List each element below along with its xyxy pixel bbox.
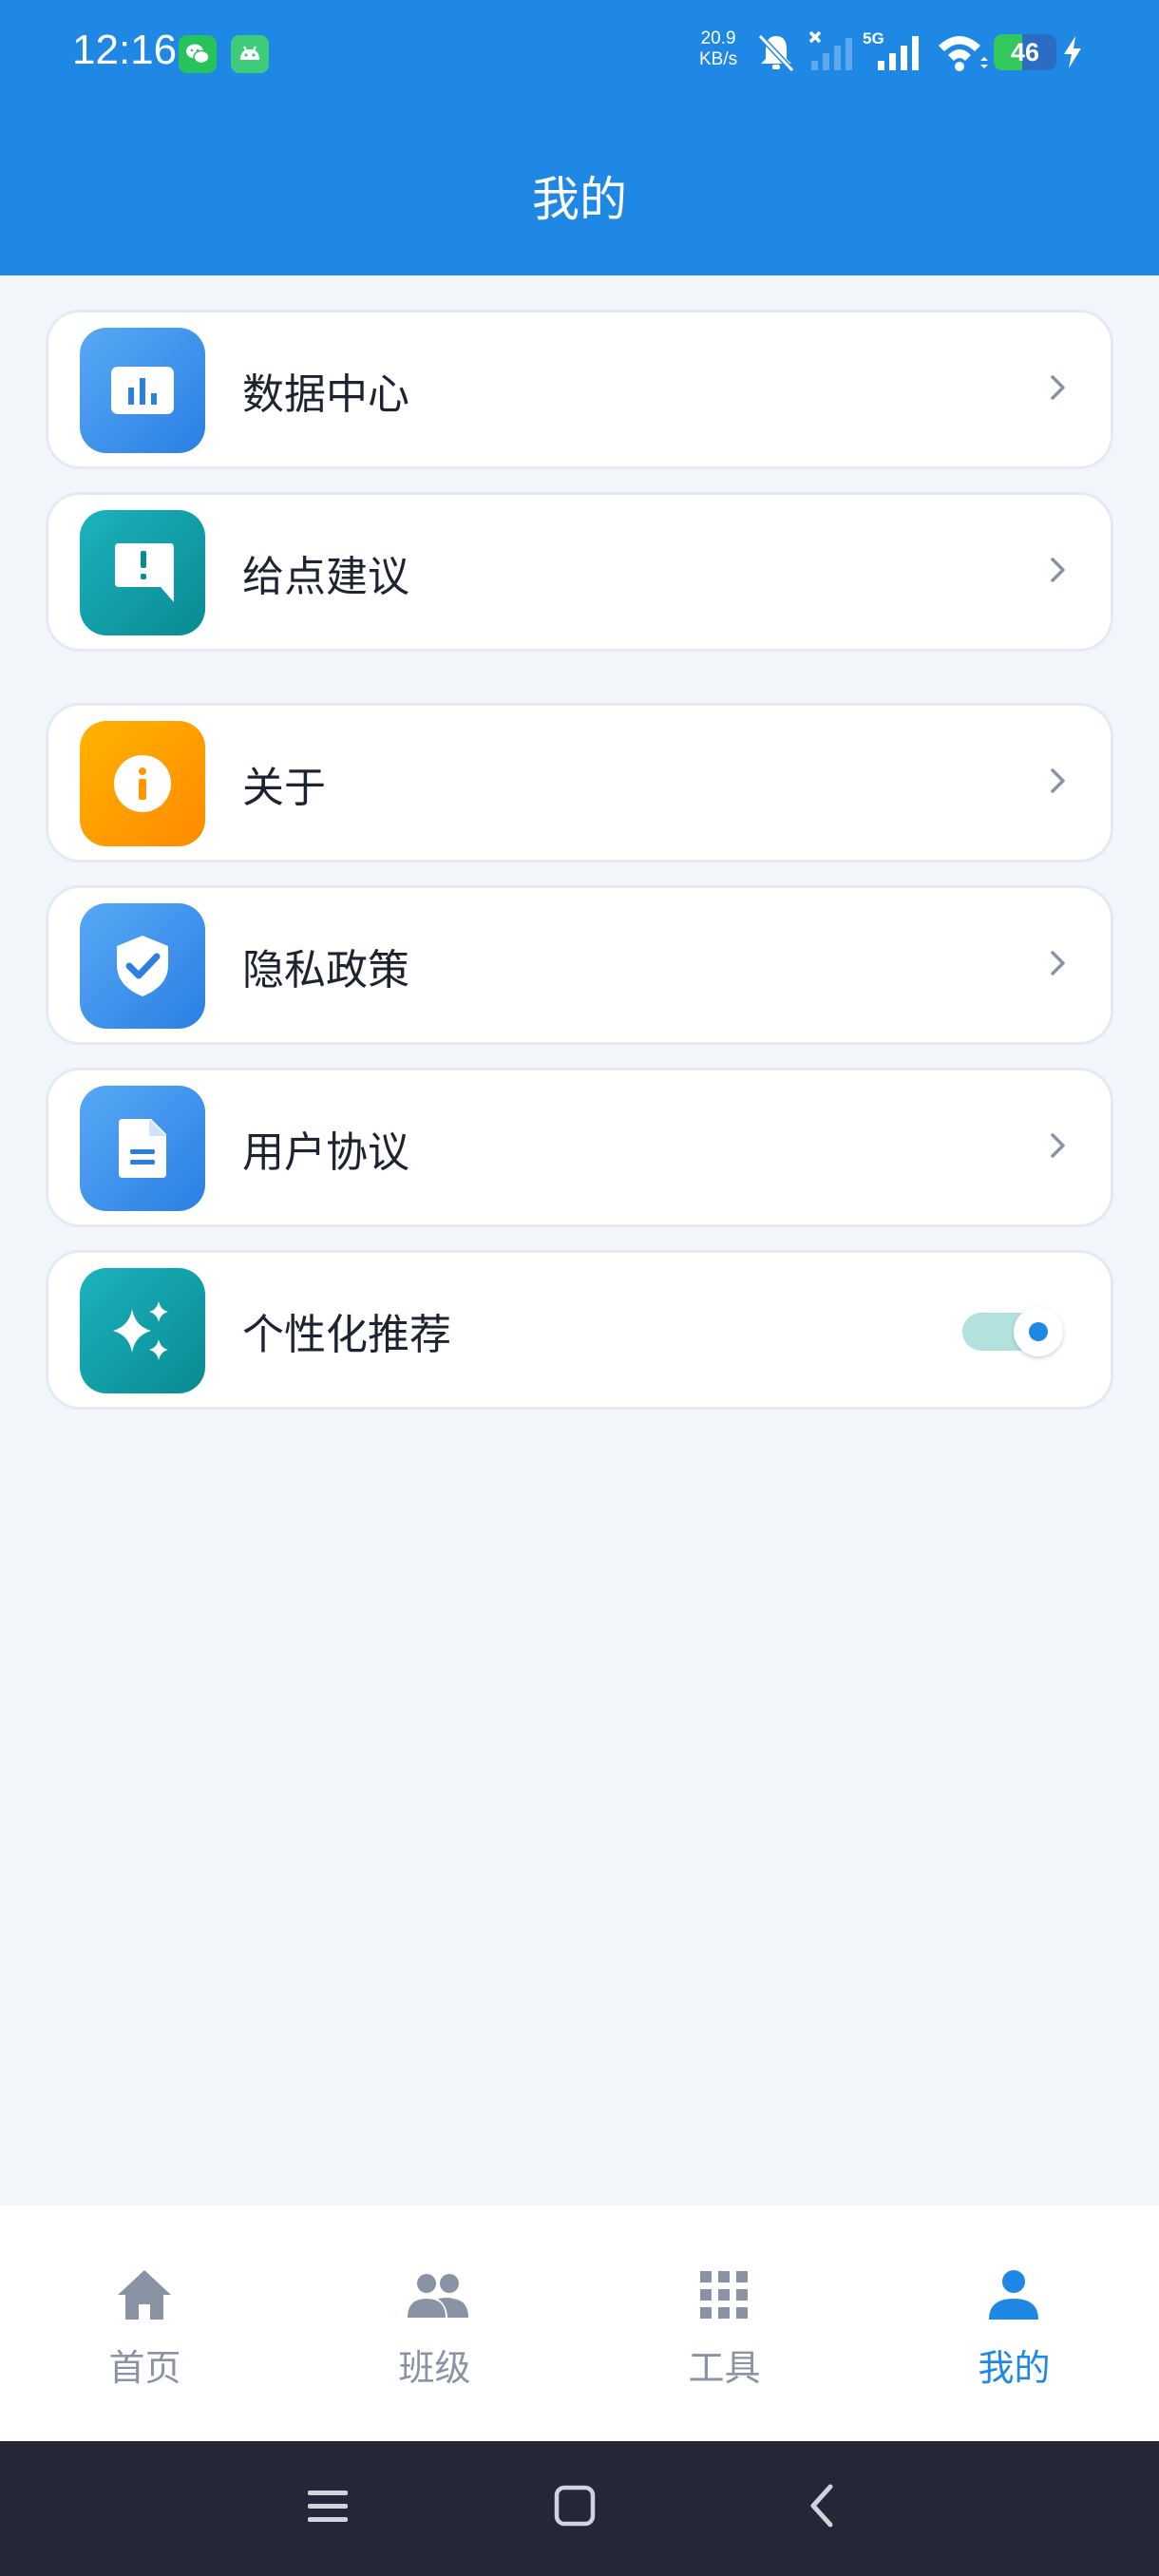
- tab-class[interactable]: 班级: [290, 2206, 580, 2441]
- tab-label: 工具: [688, 2347, 761, 2389]
- status-time: 12:16: [72, 27, 178, 73]
- menu-item-privacy-policy[interactable]: 隐私政策: [46, 885, 1113, 1045]
- menu-item-label: 给点建议: [242, 553, 409, 601]
- battery-level: 46: [1010, 38, 1040, 66]
- tab-home[interactable]: 首页: [0, 2206, 290, 2441]
- network-speed-value: 20.9: [700, 28, 736, 48]
- info-icon: [114, 755, 171, 812]
- charging-bolt-icon: [1062, 36, 1083, 72]
- system-nav-bar: [0, 2441, 1159, 2576]
- recommendation-icon-box: [80, 1268, 205, 1393]
- data-center-icon-box: [80, 328, 205, 453]
- status-bar: 12:16 20.9 KB/s 5G 46: [0, 0, 1159, 104]
- toggle-knob: [1014, 1307, 1063, 1356]
- agreement-icon-box: [80, 1086, 205, 1211]
- page-title: 我的: [532, 172, 627, 227]
- cell-signal-5g-icon: 5G: [863, 28, 923, 80]
- shield-check-icon: [117, 936, 168, 996]
- chevron-right-icon: [1048, 947, 1069, 983]
- privacy-icon-box: [80, 903, 205, 1029]
- menu-item-personalized-recommendation: 个性化推荐: [46, 1250, 1113, 1410]
- document-icon: [119, 1119, 166, 1178]
- chevron-right-icon: [1048, 371, 1069, 407]
- android-notification-icon: [231, 35, 269, 73]
- no-signal-icon: [808, 28, 857, 80]
- menu-item-label: 隐私政策: [242, 946, 409, 994]
- battery-indicator: 46: [994, 34, 1056, 70]
- network-type-label: 5G: [863, 29, 884, 47]
- menu-item-about[interactable]: 关于: [46, 703, 1113, 862]
- menu-item-label: 个性化推荐: [242, 1311, 451, 1359]
- wifi-icon: [935, 28, 988, 80]
- chevron-right-icon: [1048, 765, 1069, 801]
- wechat-notification-icon: [179, 35, 217, 73]
- menu-item-label: 关于: [242, 764, 326, 812]
- network-speed-unit: KB/s: [699, 49, 738, 69]
- tab-tools[interactable]: 工具: [580, 2206, 869, 2441]
- feedback-icon: [115, 543, 174, 602]
- bar-chart-icon: [111, 367, 174, 414]
- home-button-icon[interactable]: [553, 2483, 597, 2534]
- about-icon-box: [80, 721, 205, 846]
- back-icon[interactable]: [804, 2483, 842, 2534]
- home-icon: [116, 2266, 173, 2327]
- bottom-tab-bar: 首页 班级 工具 我的: [0, 2206, 1159, 2441]
- menu-icon[interactable]: [306, 2483, 350, 2534]
- menu-item-label: 数据中心: [242, 370, 409, 419]
- tab-label: 我的: [978, 2347, 1051, 2389]
- tab-label: 班级: [398, 2347, 471, 2389]
- menu-item-data-center[interactable]: 数据中心: [46, 310, 1113, 469]
- menu-item-feedback[interactable]: 给点建议: [46, 492, 1113, 652]
- menu-item-user-agreement[interactable]: 用户协议: [46, 1068, 1113, 1227]
- top-bar: 12:16 20.9 KB/s 5G 46 我的: [0, 0, 1159, 275]
- sparkle-icon: [113, 1301, 168, 1360]
- mute-bell-icon: [752, 28, 800, 80]
- tab-label: 首页: [108, 2347, 181, 2389]
- recommendation-toggle[interactable]: [962, 1307, 1063, 1356]
- menu-item-label: 用户协议: [242, 1128, 409, 1177]
- grid-icon: [695, 2266, 752, 2327]
- chevron-right-icon: [1048, 1129, 1069, 1165]
- network-speed: 20.9 KB/s: [699, 28, 737, 70]
- feedback-icon-box: [80, 510, 205, 635]
- group-icon: [406, 2266, 470, 2327]
- chevron-right-icon: [1048, 554, 1069, 590]
- tab-mine[interactable]: 我的: [869, 2206, 1159, 2441]
- person-icon: [985, 2266, 1042, 2327]
